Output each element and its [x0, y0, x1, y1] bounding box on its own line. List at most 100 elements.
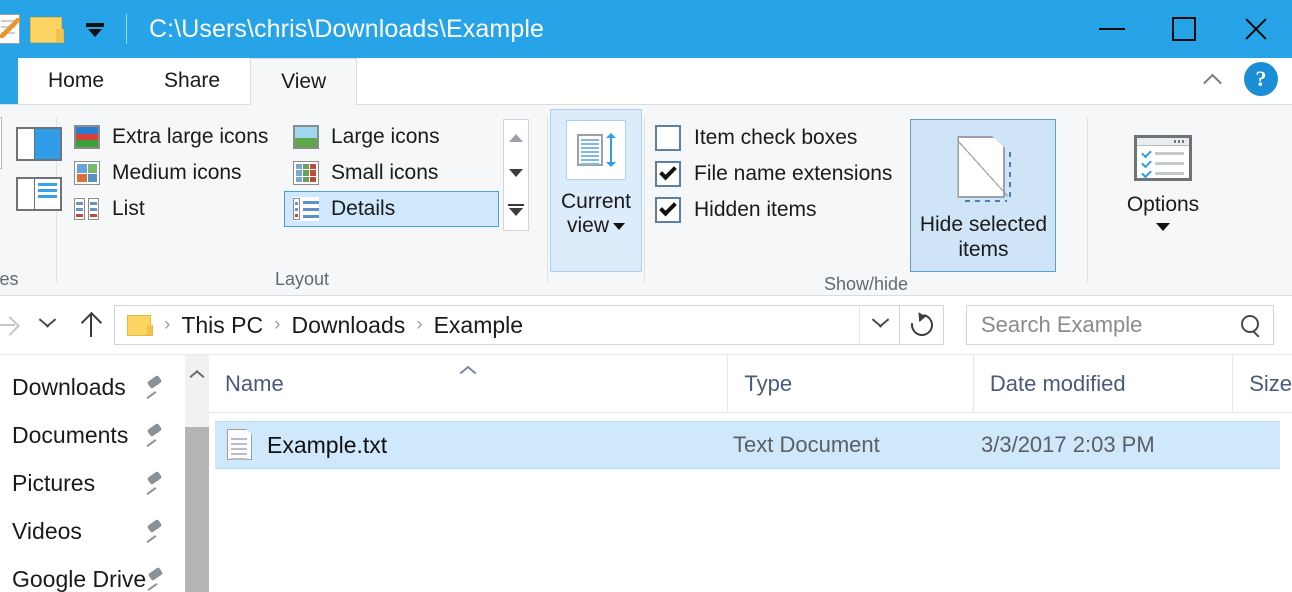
up-button[interactable]: [68, 312, 114, 338]
column-header-label: Type: [744, 371, 792, 397]
scroll-up-button[interactable]: [185, 355, 209, 391]
details-view-icon: [293, 197, 319, 221]
layout-option-list[interactable]: List: [65, 191, 280, 227]
column-header-type[interactable]: Type: [727, 355, 972, 413]
sidebar-item-videos[interactable]: Videos: [0, 507, 185, 555]
maximize-button[interactable]: [1148, 0, 1220, 58]
layout-option-small-icons[interactable]: Small icons: [284, 155, 499, 191]
quick-access-toolbar-dropdown-icon[interactable]: [84, 18, 106, 40]
checkbox-item-check-boxes[interactable]: Item check boxes: [655, 125, 892, 151]
column-header-label: Name: [225, 371, 284, 397]
chevron-down-icon[interactable]: [613, 223, 625, 230]
preview-pane-icon[interactable]: [16, 127, 62, 161]
layout-option-details[interactable]: Details: [284, 191, 499, 227]
checkbox-box: [655, 197, 681, 223]
details-pane-icon[interactable]: [16, 177, 62, 211]
column-header-label: Size: [1249, 371, 1292, 397]
gallery-scroll-down-icon[interactable]: [509, 169, 523, 177]
navigation-pane-scrollbar[interactable]: [185, 355, 209, 592]
layout-option-label: Large icons: [331, 125, 440, 149]
file-name-label: Example.txt: [267, 432, 387, 459]
scrollbar-thumb[interactable]: [185, 427, 209, 592]
chevron-down-icon: [871, 320, 889, 331]
checkbox-box: [655, 125, 681, 151]
pin-icon[interactable]: [145, 425, 165, 445]
tab-view[interactable]: View: [250, 58, 357, 105]
column-headers: Name Type Date modified Size: [209, 355, 1292, 413]
hide-selected-items-icon: [953, 136, 1013, 204]
search-box[interactable]: Search Example: [966, 305, 1274, 345]
sidebar-item-google-drive[interactable]: Google Drive: [0, 555, 185, 592]
collapse-ribbon-icon[interactable]: [1202, 73, 1222, 85]
help-icon[interactable]: ?: [1244, 62, 1278, 96]
checkbox-label: Hidden items: [694, 198, 817, 222]
checkbox-label: File name extensions: [694, 162, 892, 186]
address-dropdown-button[interactable]: [859, 305, 899, 345]
search-icon[interactable]: [1241, 315, 1261, 335]
ribbon-group-show-hide: Item check boxes File name extensions Hi…: [645, 105, 1087, 296]
sort-ascending-icon: [459, 365, 477, 375]
gallery-more-icon[interactable]: [508, 204, 524, 216]
options-dropdown-icon[interactable]: [1156, 223, 1170, 231]
close-button[interactable]: [1220, 0, 1292, 58]
arrow-up-icon: [80, 312, 102, 338]
breadcrumb-downloads[interactable]: Downloads: [291, 312, 405, 339]
file-explorer-window: C:\Users\chris\Downloads\Example Home Sh…: [0, 0, 1292, 592]
tab-home[interactable]: Home: [18, 58, 134, 104]
breadcrumb-example[interactable]: Example: [434, 312, 523, 339]
pin-icon[interactable]: [145, 473, 165, 493]
column-header-name[interactable]: Name: [209, 355, 727, 413]
check-icon: [659, 163, 677, 181]
pin-icon[interactable]: [145, 521, 165, 541]
current-view-label-line1: Current: [561, 190, 631, 213]
options-button[interactable]: Options: [1093, 119, 1233, 269]
breadcrumb-bar[interactable]: › This PC › Downloads › Example: [114, 305, 900, 345]
sidebar-item-downloads[interactable]: Downloads: [0, 363, 185, 411]
sidebar-item-documents[interactable]: Documents: [0, 411, 185, 459]
sidebar-item-pictures[interactable]: Pictures: [0, 459, 185, 507]
gallery-scroll-up-icon[interactable]: [509, 134, 523, 142]
breadcrumb-this-pc[interactable]: This PC: [181, 312, 263, 339]
layout-option-label: Medium icons: [112, 161, 242, 185]
text-file-icon: [227, 429, 253, 461]
sidebar-item-label: Pictures: [12, 470, 95, 497]
table-row[interactable]: Example.txt Text Document 3/3/2017 2:03 …: [215, 421, 1280, 469]
breadcrumb-separator[interactable]: ›: [274, 314, 280, 336]
breadcrumb-separator[interactable]: ›: [416, 314, 422, 336]
layout-option-large-icons[interactable]: Large icons: [284, 119, 499, 155]
list-view-icon: [74, 197, 100, 221]
pin-icon[interactable]: [146, 569, 166, 589]
layout-option-extra-large-icons[interactable]: Extra large icons: [65, 119, 280, 155]
refresh-button[interactable]: [900, 305, 944, 345]
minimize-button[interactable]: [1076, 0, 1148, 58]
small-icons-icon: [293, 161, 319, 185]
tab-share[interactable]: Share: [134, 58, 250, 104]
layout-option-medium-icons[interactable]: Medium icons: [65, 155, 280, 191]
group-label-panes: nes: [0, 262, 56, 296]
group-label-options: [1088, 269, 1238, 296]
hide-selected-items-label: Hide selected items: [920, 212, 1047, 262]
hide-selected-label-line1: Hide selected: [920, 213, 1047, 236]
folder-icon: [127, 314, 153, 336]
column-header-size[interactable]: Size: [1232, 355, 1292, 413]
forward-button[interactable]: [0, 314, 26, 336]
breadcrumb-separator[interactable]: ›: [164, 314, 170, 336]
current-view-button[interactable]: Current view: [550, 109, 642, 272]
group-label-current-view: [548, 274, 644, 296]
navigation-pane: Downloads Documents Pictures Videos Goog…: [0, 355, 185, 592]
hide-selected-items-button[interactable]: Hide selected items: [910, 119, 1056, 272]
tab-strip-left-edge: [0, 57, 18, 104]
hide-selected-label-line2: items: [958, 238, 1008, 261]
column-header-date-modified[interactable]: Date modified: [973, 355, 1232, 413]
recent-locations-button[interactable]: [26, 320, 68, 331]
checkbox-hidden-items[interactable]: Hidden items: [655, 197, 892, 223]
group-label-show-hide: Show/hide: [645, 272, 1087, 296]
file-name-cell: Example.txt: [215, 429, 733, 461]
extra-large-icons-icon: [74, 125, 100, 149]
pin-icon[interactable]: [145, 377, 165, 397]
checkbox-label: Item check boxes: [694, 126, 857, 150]
search-input[interactable]: Search Example: [981, 312, 1142, 338]
checkbox-file-name-extensions[interactable]: File name extensions: [655, 161, 892, 187]
check-icon: [659, 199, 677, 217]
arrow-right-icon: [0, 314, 20, 336]
